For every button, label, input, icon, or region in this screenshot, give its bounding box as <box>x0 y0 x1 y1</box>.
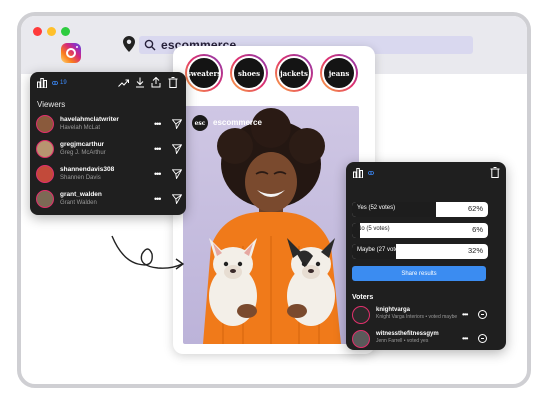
location-pin-icon <box>123 36 135 52</box>
download-icon[interactable] <box>135 77 145 88</box>
poll-option: Yes (52 votes) 62% <box>352 202 488 217</box>
viewers-title: Viewers <box>37 100 66 109</box>
avatar <box>36 140 54 158</box>
avatar <box>352 306 370 324</box>
remove-voter-icon[interactable] <box>478 310 487 319</box>
eye-icon <box>368 171 374 175</box>
avatar <box>36 190 54 208</box>
bar-chart-icon[interactable] <box>37 78 47 88</box>
viewer-row[interactable]: grant_walden Grant Walden ••• <box>36 188 182 212</box>
viewer-full-name: Shannen Davis <box>60 175 101 181</box>
story-highlight-shoes[interactable]: shoes <box>230 54 268 92</box>
voters-title: Voters <box>352 294 374 301</box>
trash-icon[interactable] <box>490 167 500 178</box>
send-icon[interactable] <box>172 194 182 204</box>
voter-username: witnessthefitnessgym <box>376 331 439 337</box>
story-label: jeans <box>328 68 350 78</box>
send-icon[interactable] <box>172 169 182 179</box>
more-options-icon[interactable]: ••• <box>462 310 468 319</box>
story-highlight-sweaters[interactable]: sweaters <box>185 54 223 92</box>
poll-option-percent: 6% <box>472 225 483 234</box>
poll-option: Maybe (27 votes) 32% <box>352 244 488 259</box>
voter-subtitle: Jenn Farrell • voted yes <box>376 338 429 344</box>
viewer-username: shannendavis308 <box>60 166 115 173</box>
viewer-username: havelahmclatwriter <box>60 116 119 123</box>
poll-option-label: Maybe (27 votes) <box>357 247 404 253</box>
voter-row[interactable]: knightvarga Knight Varga Interiors • vot… <box>352 306 498 328</box>
viewer-full-name: Havelah McLat <box>60 125 101 131</box>
viewer-username: grant_walden <box>60 191 102 198</box>
post-photo[interactable]: esc escommerce <box>183 106 359 344</box>
story-highlight-jeans[interactable]: jeans <box>320 54 358 92</box>
more-options-icon[interactable]: ••• <box>154 169 162 179</box>
avatar <box>36 165 54 183</box>
viewer-row[interactable]: gregjmcarthur Greg J. McArthur ••• <box>36 138 182 162</box>
eye-icon <box>52 81 58 85</box>
share-icon[interactable] <box>151 77 161 88</box>
avatar <box>352 330 370 348</box>
send-icon[interactable] <box>172 144 182 154</box>
poll-option-label: Yes (52 votes) <box>357 205 396 211</box>
post-avatar[interactable]: esc <box>192 115 208 131</box>
more-options-icon[interactable]: ••• <box>154 144 162 154</box>
voter-username: knightvarga <box>376 307 411 313</box>
viewer-full-name: Greg J. McArthur <box>60 150 106 156</box>
bar-chart-icon[interactable] <box>353 168 363 178</box>
trending-up-icon[interactable] <box>118 78 129 88</box>
minimize-window-dot[interactable] <box>47 27 56 36</box>
more-options-icon[interactable]: ••• <box>154 194 162 204</box>
voter-subtitle: Knight Varga Interiors • voted maybe <box>376 314 458 320</box>
send-icon[interactable] <box>172 119 182 129</box>
more-options-icon[interactable]: ••• <box>154 119 162 129</box>
viewer-row[interactable]: shannendavis308 Shannen Davis ••• <box>36 163 182 187</box>
poll-option: No (5 votes) 6% <box>352 223 488 238</box>
poll-option-percent: 62% <box>467 204 483 213</box>
story-label: jackets <box>280 68 308 78</box>
search-icon <box>144 39 156 51</box>
view-count: 19 <box>60 80 67 86</box>
voter-row[interactable]: witnessthefitnessgym Jenn Farrell • vote… <box>352 330 498 352</box>
trash-icon[interactable] <box>168 77 178 88</box>
poll-option-label: No (5 votes) <box>357 226 390 232</box>
instagram-post-card: sweaters shoes jackets jeans esc escomme… <box>173 46 375 354</box>
curly-arrow-icon <box>111 235 185 270</box>
maximize-window-dot[interactable] <box>61 27 70 36</box>
woman-with-puppies-illustration <box>203 108 341 344</box>
viewer-full-name: Grant Walden <box>60 200 97 206</box>
more-options-icon[interactable]: ••• <box>462 334 468 343</box>
viewer-username: gregjmcarthur <box>60 141 105 148</box>
post-username[interactable]: escommerce <box>213 118 262 127</box>
poll-results-panel: Yes (52 votes) 62% No (5 votes) 6% Maybe… <box>346 162 506 350</box>
remove-voter-icon[interactable] <box>478 334 487 343</box>
avatar <box>36 115 54 133</box>
viewer-row[interactable]: havelahmclatwriter Havelah McLat ••• <box>36 113 182 137</box>
story-label: shoes <box>237 68 261 78</box>
viewers-panel: 19 Viewers havelahmclatwriter Havelah Mc… <box>30 72 186 215</box>
share-results-button[interactable]: Share results <box>352 266 486 281</box>
story-highlight-jackets[interactable]: jackets <box>275 54 313 92</box>
poll-option-percent: 32% <box>467 246 483 255</box>
instagram-logo-icon <box>61 43 81 63</box>
close-window-dot[interactable] <box>33 27 42 36</box>
story-label: sweaters <box>186 68 222 78</box>
